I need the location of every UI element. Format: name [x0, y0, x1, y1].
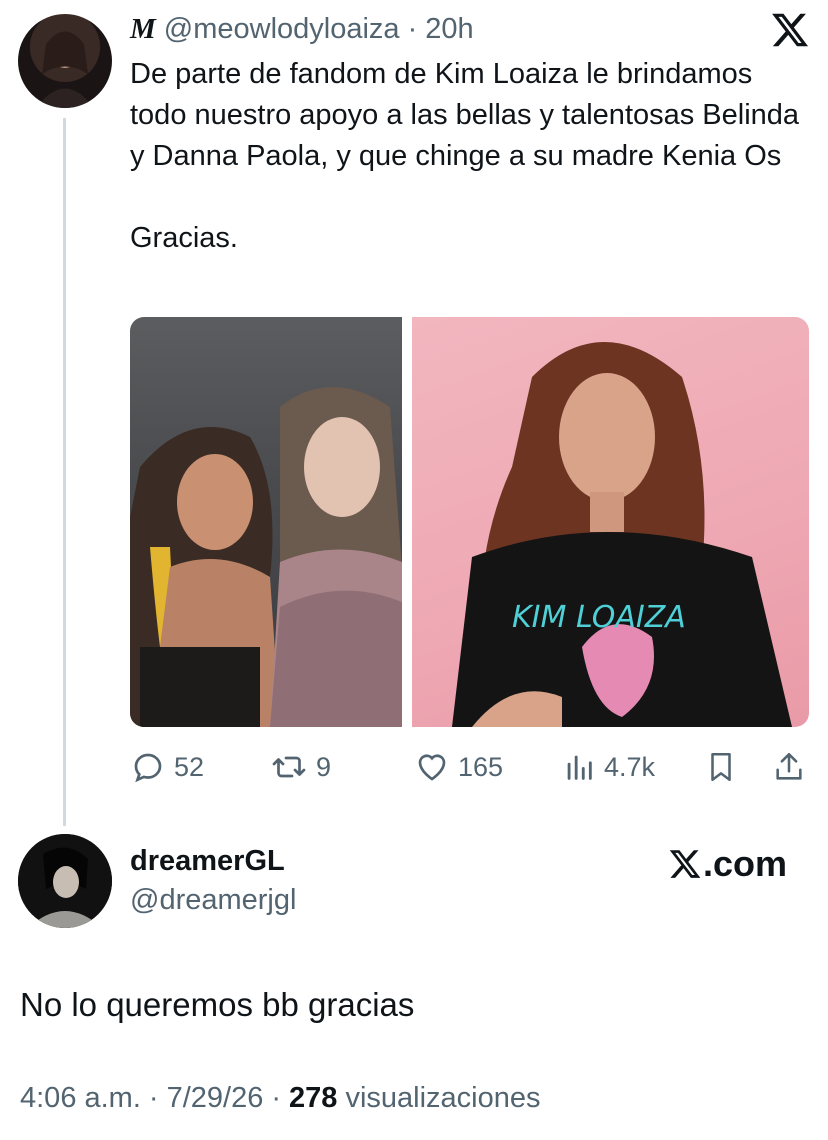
retweet-icon [272, 756, 306, 778]
thread-line [63, 118, 66, 826]
timestamp[interactable]: 4:06 a.m. [20, 1082, 141, 1115]
bookmark-icon [711, 752, 731, 782]
x-logo-icon [669, 850, 701, 878]
views-button[interactable]: 4.7k [562, 748, 655, 786]
avatar[interactable] [18, 834, 112, 928]
share-button[interactable] [772, 748, 806, 786]
separator-dot: · [271, 1082, 282, 1114]
reply-text: No lo queremos bb gracias [20, 986, 415, 1023]
views-count: 278 [289, 1082, 338, 1114]
separator-dot: · [148, 1082, 159, 1114]
date[interactable]: 7/29/26 [167, 1082, 264, 1115]
x-logo-icon[interactable] [770, 10, 810, 50]
brand-text: .com [703, 843, 788, 884]
tweet-header: M @meowlodyloaiza · 20h [130, 12, 474, 46]
views-label: visualizaciones [345, 1082, 541, 1114]
photo-woman-tshirt-icon: KIM LOAIZA [452, 342, 792, 727]
photo-two-women-icon [130, 387, 402, 727]
x-com-brand[interactable]: .com [668, 843, 787, 885]
like-button[interactable]: 165 [414, 748, 503, 786]
bookmark-button[interactable] [704, 748, 738, 786]
reply-button[interactable]: 52 [130, 748, 204, 786]
tweet-text: De parte de fandom de Kim Loaiza le brin… [130, 58, 800, 254]
media-image-1[interactable] [130, 317, 402, 727]
views-count: 4.7k [604, 751, 656, 782]
reply-count: 52 [174, 751, 205, 782]
avatar-image [18, 834, 112, 928]
retweet-button[interactable]: 9 [270, 748, 331, 786]
separator-dot: · [407, 12, 418, 45]
views-chart-icon [567, 755, 592, 780]
media-image-2[interactable]: KIM LOAIZA [412, 317, 809, 727]
retweet-count: 9 [316, 751, 332, 782]
handle[interactable]: @dreamerjgl [130, 884, 296, 917]
display-name[interactable]: dreamerGL [130, 845, 285, 878]
like-count: 165 [458, 751, 504, 782]
tweet-meta: 4:06 a.m. · 7/29/26 · 278 visualizacione… [20, 1082, 541, 1115]
heart-icon [418, 754, 446, 781]
handle[interactable]: @meowlodyloaiza [164, 13, 400, 46]
avatar[interactable] [18, 14, 112, 108]
display-name[interactable]: M [130, 13, 156, 46]
timestamp[interactable]: 20h [425, 13, 473, 46]
share-icon [776, 752, 802, 780]
avatar-image [36, 31, 94, 108]
reply-icon [134, 753, 162, 783]
shirt-text: KIM LOAIZA [512, 600, 686, 635]
